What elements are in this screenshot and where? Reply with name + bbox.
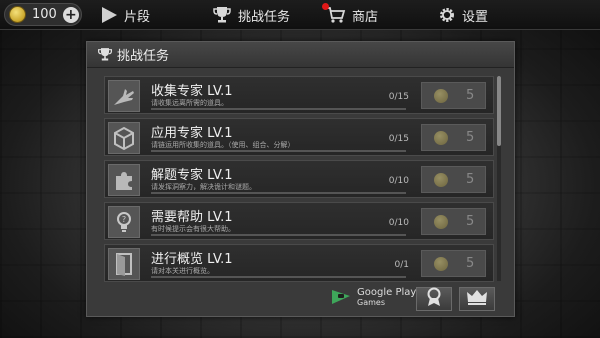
box-icon bbox=[108, 122, 140, 154]
puzzle-icon bbox=[108, 164, 140, 196]
settings-label: 设置 bbox=[462, 9, 489, 25]
scrollbar-thumb[interactable] bbox=[497, 76, 501, 146]
gear-icon bbox=[438, 6, 456, 24]
mission-progress: 0/10 bbox=[388, 218, 409, 228]
scenes-label: 片段 bbox=[124, 9, 151, 25]
panel-header: 挑战任务 bbox=[87, 42, 514, 68]
lightbulb-icon: ? bbox=[108, 206, 140, 238]
shop-button[interactable]: 商店 bbox=[326, 0, 378, 30]
play-triangle-icon bbox=[100, 6, 118, 24]
mission-progress-bar bbox=[151, 276, 406, 278]
coin-icon bbox=[434, 88, 448, 103]
coin-counter[interactable]: 100 + bbox=[4, 3, 82, 26]
mission-title: 进行概览 LV.1 bbox=[151, 252, 233, 267]
claim-reward-button[interactable]: 5 bbox=[421, 208, 486, 235]
challenges-label: 挑战任务 bbox=[238, 9, 291, 25]
scenes-button[interactable]: 片段 bbox=[100, 0, 150, 30]
mission-progress: 0/15 bbox=[388, 92, 409, 102]
gamepad-icon bbox=[330, 286, 354, 310]
achievements-button[interactable] bbox=[416, 287, 452, 311]
mission-desc: 请收集远离所需的道具。 bbox=[151, 99, 228, 107]
top-bar: 100 + 片段 挑战任务 商店 设置 bbox=[0, 0, 600, 30]
coin-icon bbox=[434, 256, 448, 271]
coin-icon bbox=[434, 172, 448, 187]
gpg-line1: Google Play bbox=[357, 287, 417, 298]
mission-progress: 0/10 bbox=[388, 176, 409, 186]
mission-title: 应用专家 LV.1 bbox=[151, 126, 233, 141]
mission-desc: 请链运用所收集的道具。（使用、组合、分解） bbox=[151, 141, 295, 149]
mission-row[interactable]: 应用专家 LV.1 请链运用所收集的道具。（使用、组合、分解） 0/15 5 bbox=[104, 118, 494, 156]
mission-progress-bar bbox=[151, 192, 406, 194]
mission-progress: 0/15 bbox=[388, 134, 409, 144]
trophy-icon bbox=[212, 6, 232, 24]
mission-row[interactable]: ? 需要帮助 LV.1 有时候提示会有很大帮助。 0/10 5 bbox=[104, 202, 494, 240]
reward-value: 5 bbox=[466, 130, 475, 145]
claim-reward-button[interactable]: 5 bbox=[421, 82, 486, 109]
mission-title: 收集专家 LV.1 bbox=[151, 84, 233, 99]
crown-icon bbox=[466, 288, 488, 310]
trophy-icon bbox=[97, 47, 113, 62]
cart-icon bbox=[326, 6, 346, 24]
mission-row[interactable]: 进行概览 LV.1 请对本关进行概览。 0/1 5 bbox=[104, 244, 494, 282]
mission-desc: 有时候提示会有很大帮助。 bbox=[151, 225, 235, 233]
gpg-line2: Games bbox=[357, 298, 385, 307]
mission-desc: 请发挥洞察力，解决诡计和谜题。 bbox=[151, 183, 256, 191]
mission-title: 解题专家 LV.1 bbox=[151, 168, 233, 183]
leaderboard-button[interactable] bbox=[459, 287, 495, 311]
claim-reward-button[interactable]: 5 bbox=[421, 124, 486, 151]
coin-icon bbox=[434, 214, 448, 229]
mission-progress-bar bbox=[151, 234, 406, 236]
challenge-panel: 挑战任务 收集专家 LV.1 请收集远离所需的道具。 0/15 5 应用专家 L… bbox=[86, 41, 515, 317]
challenges-tab[interactable]: 挑战任务 bbox=[212, 0, 290, 30]
add-coins-icon[interactable]: + bbox=[62, 6, 79, 23]
shop-notification-badge bbox=[322, 3, 329, 10]
coin-icon bbox=[434, 130, 448, 145]
mission-progress-bar bbox=[151, 150, 406, 152]
mission-list[interactable]: 收集专家 LV.1 请收集远离所需的道具。 0/15 5 应用专家 LV.1 请… bbox=[104, 76, 494, 283]
coin-icon bbox=[9, 6, 26, 23]
reward-value: 5 bbox=[466, 172, 475, 187]
svg-text:?: ? bbox=[122, 215, 126, 224]
mission-row[interactable]: 收集专家 LV.1 请收集远离所需的道具。 0/15 5 bbox=[104, 76, 494, 114]
reward-value: 5 bbox=[466, 256, 475, 271]
mission-title: 需要帮助 LV.1 bbox=[151, 210, 233, 225]
settings-button[interactable]: 设置 bbox=[438, 0, 488, 30]
claim-reward-button[interactable]: 5 bbox=[421, 166, 486, 193]
panel-title: 挑战任务 bbox=[117, 49, 170, 64]
google-play-games-button[interactable]: Google Play Games bbox=[330, 286, 416, 310]
mission-row[interactable]: 解题专家 LV.1 请发挥洞察力，解决诡计和谜题。 0/10 5 bbox=[104, 160, 494, 198]
claim-reward-button[interactable]: 5 bbox=[421, 250, 486, 277]
coin-count: 100 bbox=[32, 7, 57, 22]
mission-progress: 0/1 bbox=[394, 260, 409, 270]
mission-desc: 请对本关进行概览。 bbox=[151, 267, 214, 275]
hand-icon bbox=[108, 80, 140, 112]
medal-icon bbox=[426, 287, 442, 311]
reward-value: 5 bbox=[466, 88, 475, 103]
mission-progress-bar bbox=[151, 108, 406, 110]
reward-value: 5 bbox=[466, 214, 475, 229]
door-icon bbox=[108, 248, 140, 280]
shop-label: 商店 bbox=[352, 9, 379, 25]
